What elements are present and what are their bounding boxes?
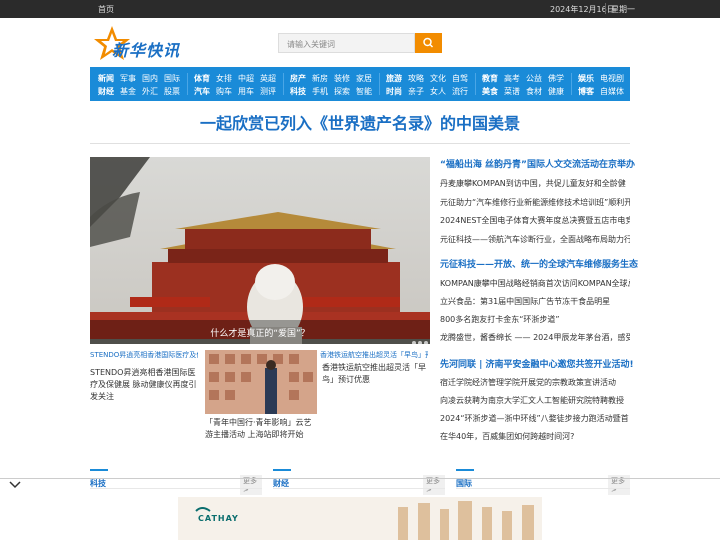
nav-item[interactable]: 电视剧: [600, 73, 624, 84]
slider-dots[interactable]: [410, 330, 428, 349]
artwork-photo: [205, 350, 317, 414]
right-headline-2[interactable]: 元征科技——开放、统一的全球汽车维修服务生态: [440, 257, 638, 270]
news-item[interactable]: 宿迁学院经济管理学院开展党的宗教政策宣讲活动: [440, 377, 630, 388]
nav-item[interactable]: 国际: [164, 73, 180, 84]
nav-item[interactable]: 新房: [312, 73, 328, 84]
banner-ad[interactable]: CATHAY: [178, 497, 542, 540]
home-link[interactable]: 首页: [98, 4, 114, 15]
nav-divider: [571, 73, 572, 95]
chevron-down-icon[interactable]: [8, 480, 22, 490]
thumb-title[interactable]: 「青年中国行·青年影响」云艺游主播活动 上海站即将开始: [205, 417, 319, 441]
weekday: 星期一: [611, 5, 635, 14]
nav-item[interactable]: 女人: [430, 86, 446, 97]
nav-item[interactable]: 攻略: [408, 73, 424, 84]
nav-item[interactable]: 测评: [260, 86, 276, 97]
nav-item[interactable]: 食材: [526, 86, 542, 97]
nav-item[interactable]: 中超: [238, 73, 254, 84]
nav-item[interactable]: 装修: [334, 73, 350, 84]
main-nav: 新闻 军事 国内 国际财经 基金 外汇 股票 体育 女排 中超 英超汽车 购车 用车 测评 房产 新房 装修 家居…: [90, 67, 630, 101]
logo-text[interactable]: 新华快讯: [112, 37, 180, 61]
thumb-title[interactable]: 香港铁运航空推出超灵活「早鸟」预订优惠: [322, 362, 428, 386]
news-item[interactable]: 龙腾盛世，酱香绵长 —— 2024甲辰龙年茅台酒，感受传: [440, 332, 630, 343]
nav-item[interactable]: 高考: [504, 73, 520, 84]
news-item[interactable]: KOMPAN康攀中国战略经销商首次访问KOMPAN全球总: [440, 278, 630, 289]
nav-item[interactable]: 购车: [216, 86, 232, 97]
nav-item[interactable]: 教育: [482, 73, 498, 84]
nav-item[interactable]: 股票: [164, 86, 180, 97]
broken-image-icon[interactable]: STENDO昇逍亮相香港国际医疗及保健展 脉动健康仪再度引发关注: [90, 350, 198, 360]
nav-item[interactable]: 用车: [238, 86, 254, 97]
nav-divider: [283, 73, 284, 95]
slider-caption[interactable]: 什么才是真正的“爱国”？: [90, 320, 430, 344]
news-item[interactable]: 立兴食品：第31届中国国际广告节冻干食品明星: [440, 296, 630, 307]
ad-brand: CATHAY: [198, 514, 239, 523]
broken-image-icon[interactable]: 香港铁运航空推出超灵活「早鸟」预订优惠: [320, 350, 428, 360]
nav-item[interactable]: 自媒体: [600, 86, 624, 97]
divider: [605, 3, 606, 14]
feature-headline[interactable]: 一起欣赏已列入《世界遗产名录》的中国美景: [0, 110, 720, 134]
right-headline-3[interactable]: 先河同联 | 济南平安金融中心邀您共签开业活动!: [440, 357, 634, 370]
nav-item[interactable]: 旅游: [386, 73, 402, 84]
nav-item[interactable]: 军事: [120, 73, 136, 84]
nav-divider: [475, 73, 476, 95]
slider-image[interactable]: [90, 157, 430, 344]
news-item[interactable]: 元征科技——领航汽车诊断行业，全面战略布局助力行业: [440, 234, 630, 245]
nav-item[interactable]: 菜谱: [504, 86, 520, 97]
news-item[interactable]: 在华40年，百威集团如何跨越时间河?: [440, 431, 630, 442]
tiananmen-photo: [90, 157, 430, 344]
nav-item[interactable]: 科技: [290, 86, 306, 97]
nav-item[interactable]: 娱乐: [578, 73, 594, 84]
nav-item[interactable]: 房产: [290, 73, 306, 84]
nav-item[interactable]: 探索: [334, 86, 350, 97]
search-button[interactable]: [415, 33, 442, 53]
news-item[interactable]: 2024NEST全国电子体育大赛年度总决赛暨五店市电竞节: [440, 215, 630, 226]
ad-collapse-bar: [0, 478, 720, 490]
news-item[interactable]: 丹麦康攀KOMPAN到访中国，共促儿童友好和全龄健: [440, 178, 630, 189]
nav-item[interactable]: 外汇: [142, 86, 158, 97]
nav-divider: [379, 73, 380, 95]
nav-item[interactable]: 博客: [578, 86, 594, 97]
nav-item[interactable]: 女排: [216, 73, 232, 84]
search-input[interactable]: 请输入关键词: [278, 33, 415, 53]
nav-item[interactable]: 国内: [142, 73, 158, 84]
thumb-title[interactable]: STENDO昇逍亮相香港国际医疗及保健展 脉动健康仪再度引发关注: [90, 367, 202, 403]
nav-item[interactable]: 英超: [260, 73, 276, 84]
right-headline-1[interactable]: “福船出海 丝韵丹青”国际人文交流活动在京举办: [440, 157, 635, 170]
nav-item[interactable]: 家居: [356, 73, 372, 84]
news-item[interactable]: 2024“环浙步道—浙中环线”八婺徒步接力跑活动暨首: [440, 413, 630, 424]
nav-divider: [187, 73, 188, 95]
nav-item[interactable]: 财经: [98, 86, 114, 97]
nav-item[interactable]: 自驾: [452, 73, 468, 84]
search-icon: [423, 37, 434, 48]
news-item[interactable]: 元征助力“汽车维修行业新能源维修技术培训班”顺利开班: [440, 197, 630, 208]
nav-item[interactable]: 健康: [548, 86, 564, 97]
nav-item[interactable]: 美食: [482, 86, 498, 97]
news-item[interactable]: 800多名跑友打卡金东“环浙步道”: [440, 314, 630, 325]
nav-item[interactable]: 时尚: [386, 86, 402, 97]
news-item[interactable]: 向凌云获聘为南京大学汇文人工智能研究院特聘教授: [440, 395, 630, 406]
top-bar: 首页 2024年12月16日 星期一: [0, 0, 720, 18]
nav-item[interactable]: 公益: [526, 73, 542, 84]
thumb-image[interactable]: [205, 350, 317, 414]
nav-item[interactable]: 汽车: [194, 86, 210, 97]
nav-item[interactable]: 亲子: [408, 86, 424, 97]
nav-item[interactable]: 文化: [430, 73, 446, 84]
nav-item[interactable]: 手机: [312, 86, 328, 97]
nav-item[interactable]: 佛学: [548, 73, 564, 84]
nav-item[interactable]: 流行: [452, 86, 468, 97]
divider: [90, 143, 630, 144]
nav-item[interactable]: 基金: [120, 86, 136, 97]
nav-item[interactable]: 体育: [194, 73, 210, 84]
nav-item[interactable]: 智能: [356, 86, 372, 97]
nav-item[interactable]: 新闻: [98, 73, 114, 84]
